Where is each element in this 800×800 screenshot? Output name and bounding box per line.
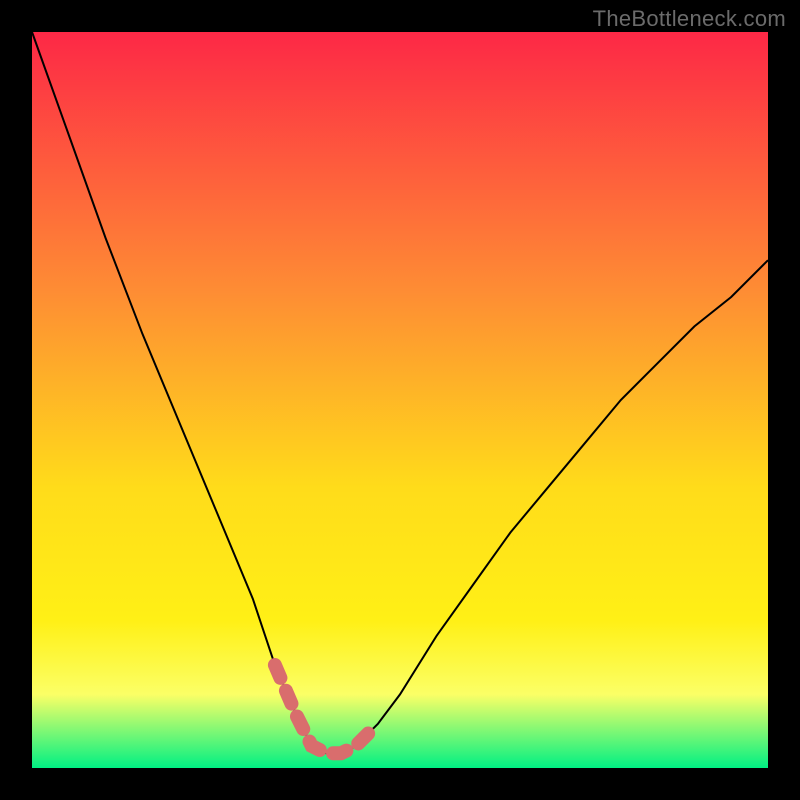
chart-stage: TheBottleneck.com bbox=[0, 0, 800, 800]
plot-svg bbox=[0, 0, 800, 800]
watermark-label: TheBottleneck.com bbox=[593, 6, 786, 32]
plot-background bbox=[32, 32, 768, 768]
